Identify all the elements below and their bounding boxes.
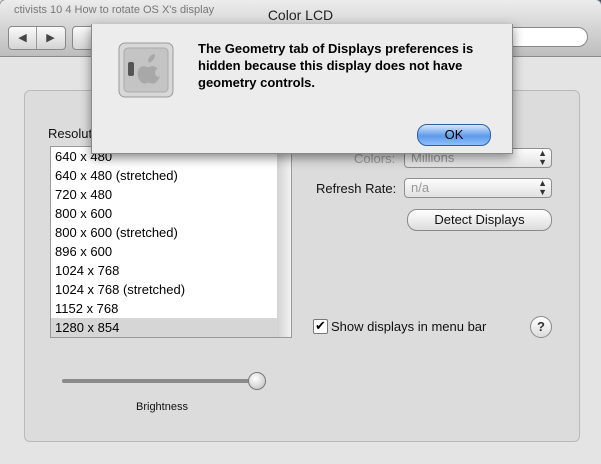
resolution-item[interactable]: 640 x 480 (stretched): [51, 166, 277, 185]
popup-arrows-icon: ▲ ▼: [538, 178, 547, 197]
resolution-item[interactable]: 800 x 600 (stretched): [51, 223, 277, 242]
alert-message: The Geometry tab of Displays preferences…: [198, 41, 474, 90]
ok-button[interactable]: OK: [417, 124, 491, 146]
window-title: Color LCD: [267, 7, 334, 23]
brightness-slider-track[interactable]: [62, 379, 258, 383]
back-button[interactable]: ◀: [9, 27, 37, 49]
resolution-item[interactable]: 1024 x 768: [51, 261, 277, 280]
popup-arrows-icon: ▲ ▼: [538, 148, 547, 167]
show-displays-label: Show displays in menu bar: [331, 319, 487, 334]
show-displays-checkbox[interactable]: ✔: [313, 319, 328, 334]
apple-preferences-icon: [118, 42, 174, 98]
nav-buttons: ◀ ▶: [8, 26, 66, 50]
resolution-item[interactable]: 1152 x 768: [51, 299, 277, 318]
resolution-item[interactable]: 896 x 600: [51, 242, 277, 261]
brightness-label: Brightness: [136, 401, 188, 413]
refresh-rate-popup[interactable]: n/a ▲ ▼: [404, 178, 552, 198]
help-button[interactable]: ?: [530, 316, 552, 338]
brightness-slider-thumb[interactable]: [248, 372, 267, 390]
refresh-rate-label: Refresh Rate:: [316, 181, 397, 196]
resolution-item[interactable]: 1280 x 854: [51, 318, 277, 337]
resolution-item[interactable]: 800 x 600: [51, 204, 277, 223]
detect-displays-button[interactable]: Detect Displays: [407, 209, 552, 231]
alert-sheet: The Geometry tab of Displays preferences…: [91, 24, 513, 154]
resolution-item[interactable]: 720 x 480: [51, 185, 277, 204]
resolutions-scrollbar[interactable]: [277, 146, 292, 338]
resolutions-list[interactable]: 640 x 480 640 x 480 (stretched) 720 x 480 8…: [50, 146, 278, 338]
forward-button[interactable]: ▶: [37, 27, 64, 49]
refresh-rate-value: n/a: [411, 180, 430, 195]
resolution-item[interactable]: 1024 x 768 (stretched): [51, 280, 277, 299]
